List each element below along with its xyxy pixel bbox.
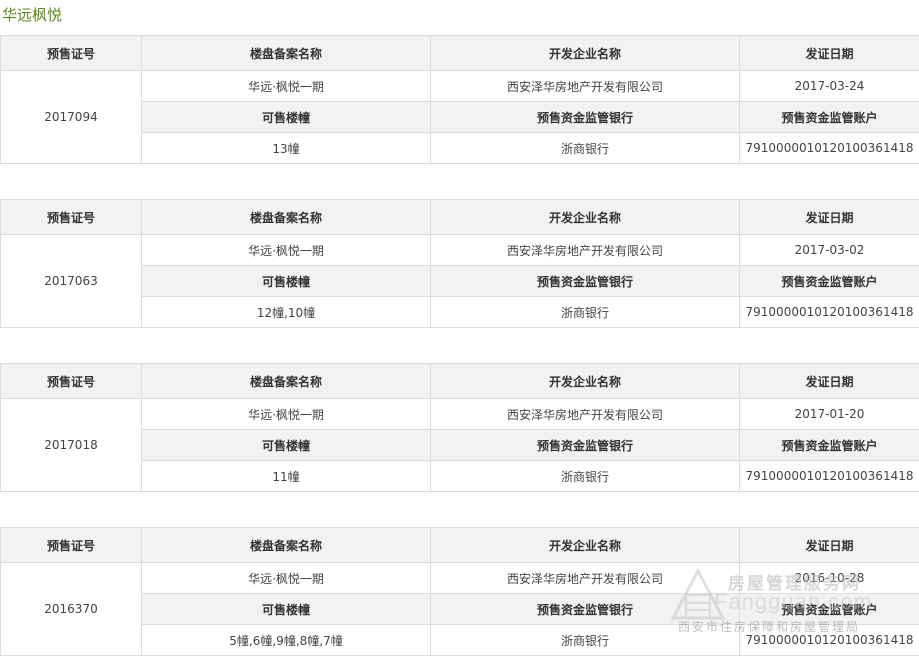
buildings: 12幢,10幢 (141, 296, 431, 328)
issue-date-header: 发证日期 (739, 199, 919, 235)
bank-name: 浙商银行 (430, 132, 740, 164)
buildings-header: 可售楼幢 (141, 265, 431, 297)
buildings: 13幢 (141, 132, 431, 164)
buildings-header: 可售楼幢 (141, 593, 431, 625)
project-name: 华远·枫悦一期 (141, 70, 431, 102)
account-header: 预售资金监管账户 (739, 101, 919, 133)
issue-date-header: 发证日期 (739, 527, 919, 563)
developer-name: 西安泽华房地产开发有限公司 (430, 70, 740, 102)
project-name: 华远·枫悦一期 (141, 562, 431, 594)
developer-name: 西安泽华房地产开发有限公司 (430, 398, 740, 430)
project-name-header: 楼盘备案名称 (141, 199, 431, 235)
project-name-header: 楼盘备案名称 (141, 527, 431, 563)
developer-name: 西安泽华房地产开发有限公司 (430, 234, 740, 266)
permit-table: 预售证号 楼盘备案名称 开发企业名称 发证日期 2017094 华远·枫悦一期 … (0, 35, 919, 164)
bank-header: 预售资金监管银行 (430, 265, 740, 297)
permit-table: 预售证号 楼盘备案名称 开发企业名称 发证日期 2017018 华远·枫悦一期 … (0, 363, 919, 492)
account-header: 预售资金监管账户 (739, 429, 919, 461)
developer-header: 开发企业名称 (430, 35, 740, 71)
issue-date: 2017-03-02 (739, 234, 919, 266)
buildings: 5幢,6幢,9幢,8幢,7幢 (141, 624, 431, 656)
account-number: 7910000010120100361418 (739, 460, 919, 492)
developer-name: 西安泽华房地产开发有限公司 (430, 562, 740, 594)
page-title: 华远枫悦 (2, 6, 63, 24)
issue-date: 2017-03-24 (739, 70, 919, 102)
permit-no: 2017018 (0, 398, 142, 492)
project-name: 华远·枫悦一期 (141, 234, 431, 266)
permit-no: 2017094 (0, 70, 142, 164)
project-name-header: 楼盘备案名称 (141, 363, 431, 399)
developer-header: 开发企业名称 (430, 363, 740, 399)
buildings-header: 可售楼幢 (141, 429, 431, 461)
permit-no-header: 预售证号 (0, 35, 142, 71)
buildings-header: 可售楼幢 (141, 101, 431, 133)
permit-no: 2016370 (0, 562, 142, 656)
issue-date-header: 发证日期 (739, 363, 919, 399)
bank-header: 预售资金监管银行 (430, 593, 740, 625)
account-header: 预售资金监管账户 (739, 265, 919, 297)
project-name-header: 楼盘备案名称 (141, 35, 431, 71)
permit-table: 预售证号 楼盘备案名称 开发企业名称 发证日期 2017063 华远·枫悦一期 … (0, 199, 919, 328)
issue-date-header: 发证日期 (739, 35, 919, 71)
account-number: 7910000010120100361418 (739, 132, 919, 164)
permit-no: 2017063 (0, 234, 142, 328)
account-header: 预售资金监管账户 (739, 593, 919, 625)
account-number: 7910000010120100361418 (739, 296, 919, 328)
permit-table: 预售证号 楼盘备案名称 开发企业名称 发证日期 2016370 华远·枫悦一期 … (0, 527, 919, 656)
issue-date: 2016-10-28 (739, 562, 919, 594)
developer-header: 开发企业名称 (430, 527, 740, 563)
bank-name: 浙商银行 (430, 460, 740, 492)
account-number: 7910000010120100361418 (739, 624, 919, 656)
bank-name: 浙商银行 (430, 296, 740, 328)
permit-no-header: 预售证号 (0, 199, 142, 235)
project-name: 华远·枫悦一期 (141, 398, 431, 430)
bank-header: 预售资金监管银行 (430, 429, 740, 461)
permit-no-header: 预售证号 (0, 527, 142, 563)
issue-date: 2017-01-20 (739, 398, 919, 430)
buildings: 11幢 (141, 460, 431, 492)
bank-header: 预售资金监管银行 (430, 101, 740, 133)
bank-name: 浙商银行 (430, 624, 740, 656)
developer-header: 开发企业名称 (430, 199, 740, 235)
permit-no-header: 预售证号 (0, 363, 142, 399)
